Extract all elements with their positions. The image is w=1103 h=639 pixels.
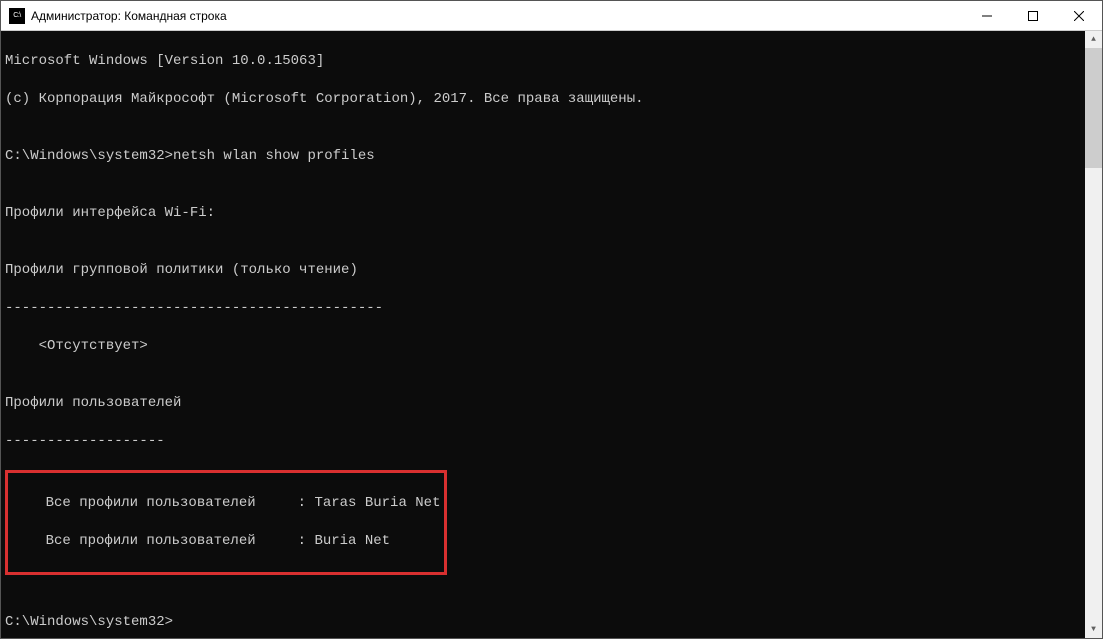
output-line: (c) Корпорация Майкрософт (Microsoft Cor… [5,90,1081,109]
output-line: ----------------------------------------… [5,299,1081,318]
window-title: Администратор: Командная строка [31,9,964,23]
output-line: Microsoft Windows [Version 10.0.15063] [5,52,1081,71]
output-line: Профили групповой политики (только чтени… [5,261,1081,280]
minimize-icon [982,11,992,21]
terminal-output[interactable]: Microsoft Windows [Version 10.0.15063] (… [1,31,1085,638]
scrollbar-thumb[interactable] [1085,48,1102,168]
highlighted-profiles: Все профили пользователей : Taras Buria … [5,470,447,575]
cmd-icon: C:\ [9,8,25,24]
close-icon [1074,11,1084,21]
prompt-line: C:\Windows\system32>netsh wlan show prof… [5,147,1081,166]
maximize-icon [1028,11,1038,21]
window-controls [964,1,1102,30]
content-area: Microsoft Windows [Version 10.0.15063] (… [1,31,1102,638]
maximize-button[interactable] [1010,1,1056,30]
vertical-scrollbar[interactable]: ▲ ▼ [1085,31,1102,638]
close-button[interactable] [1056,1,1102,30]
output-line: Профили пользователей [5,394,1081,413]
command-prompt-window: C:\ Администратор: Командная строка Micr… [0,0,1103,639]
scroll-up-arrow-icon[interactable]: ▲ [1085,31,1102,48]
profile-line: Все профили пользователей : Taras Buria … [12,494,440,513]
minimize-button[interactable] [964,1,1010,30]
profile-line: Все профили пользователей : Buria Net [12,532,440,551]
prompt-line: C:\Windows\system32> [5,613,1081,632]
output-line: ------------------- [5,432,1081,451]
scroll-down-arrow-icon[interactable]: ▼ [1085,621,1102,638]
output-line: <Отсутствует> [5,337,1081,356]
output-line: Профили интерфейса Wi-Fi: [5,204,1081,223]
titlebar[interactable]: C:\ Администратор: Командная строка [1,1,1102,31]
